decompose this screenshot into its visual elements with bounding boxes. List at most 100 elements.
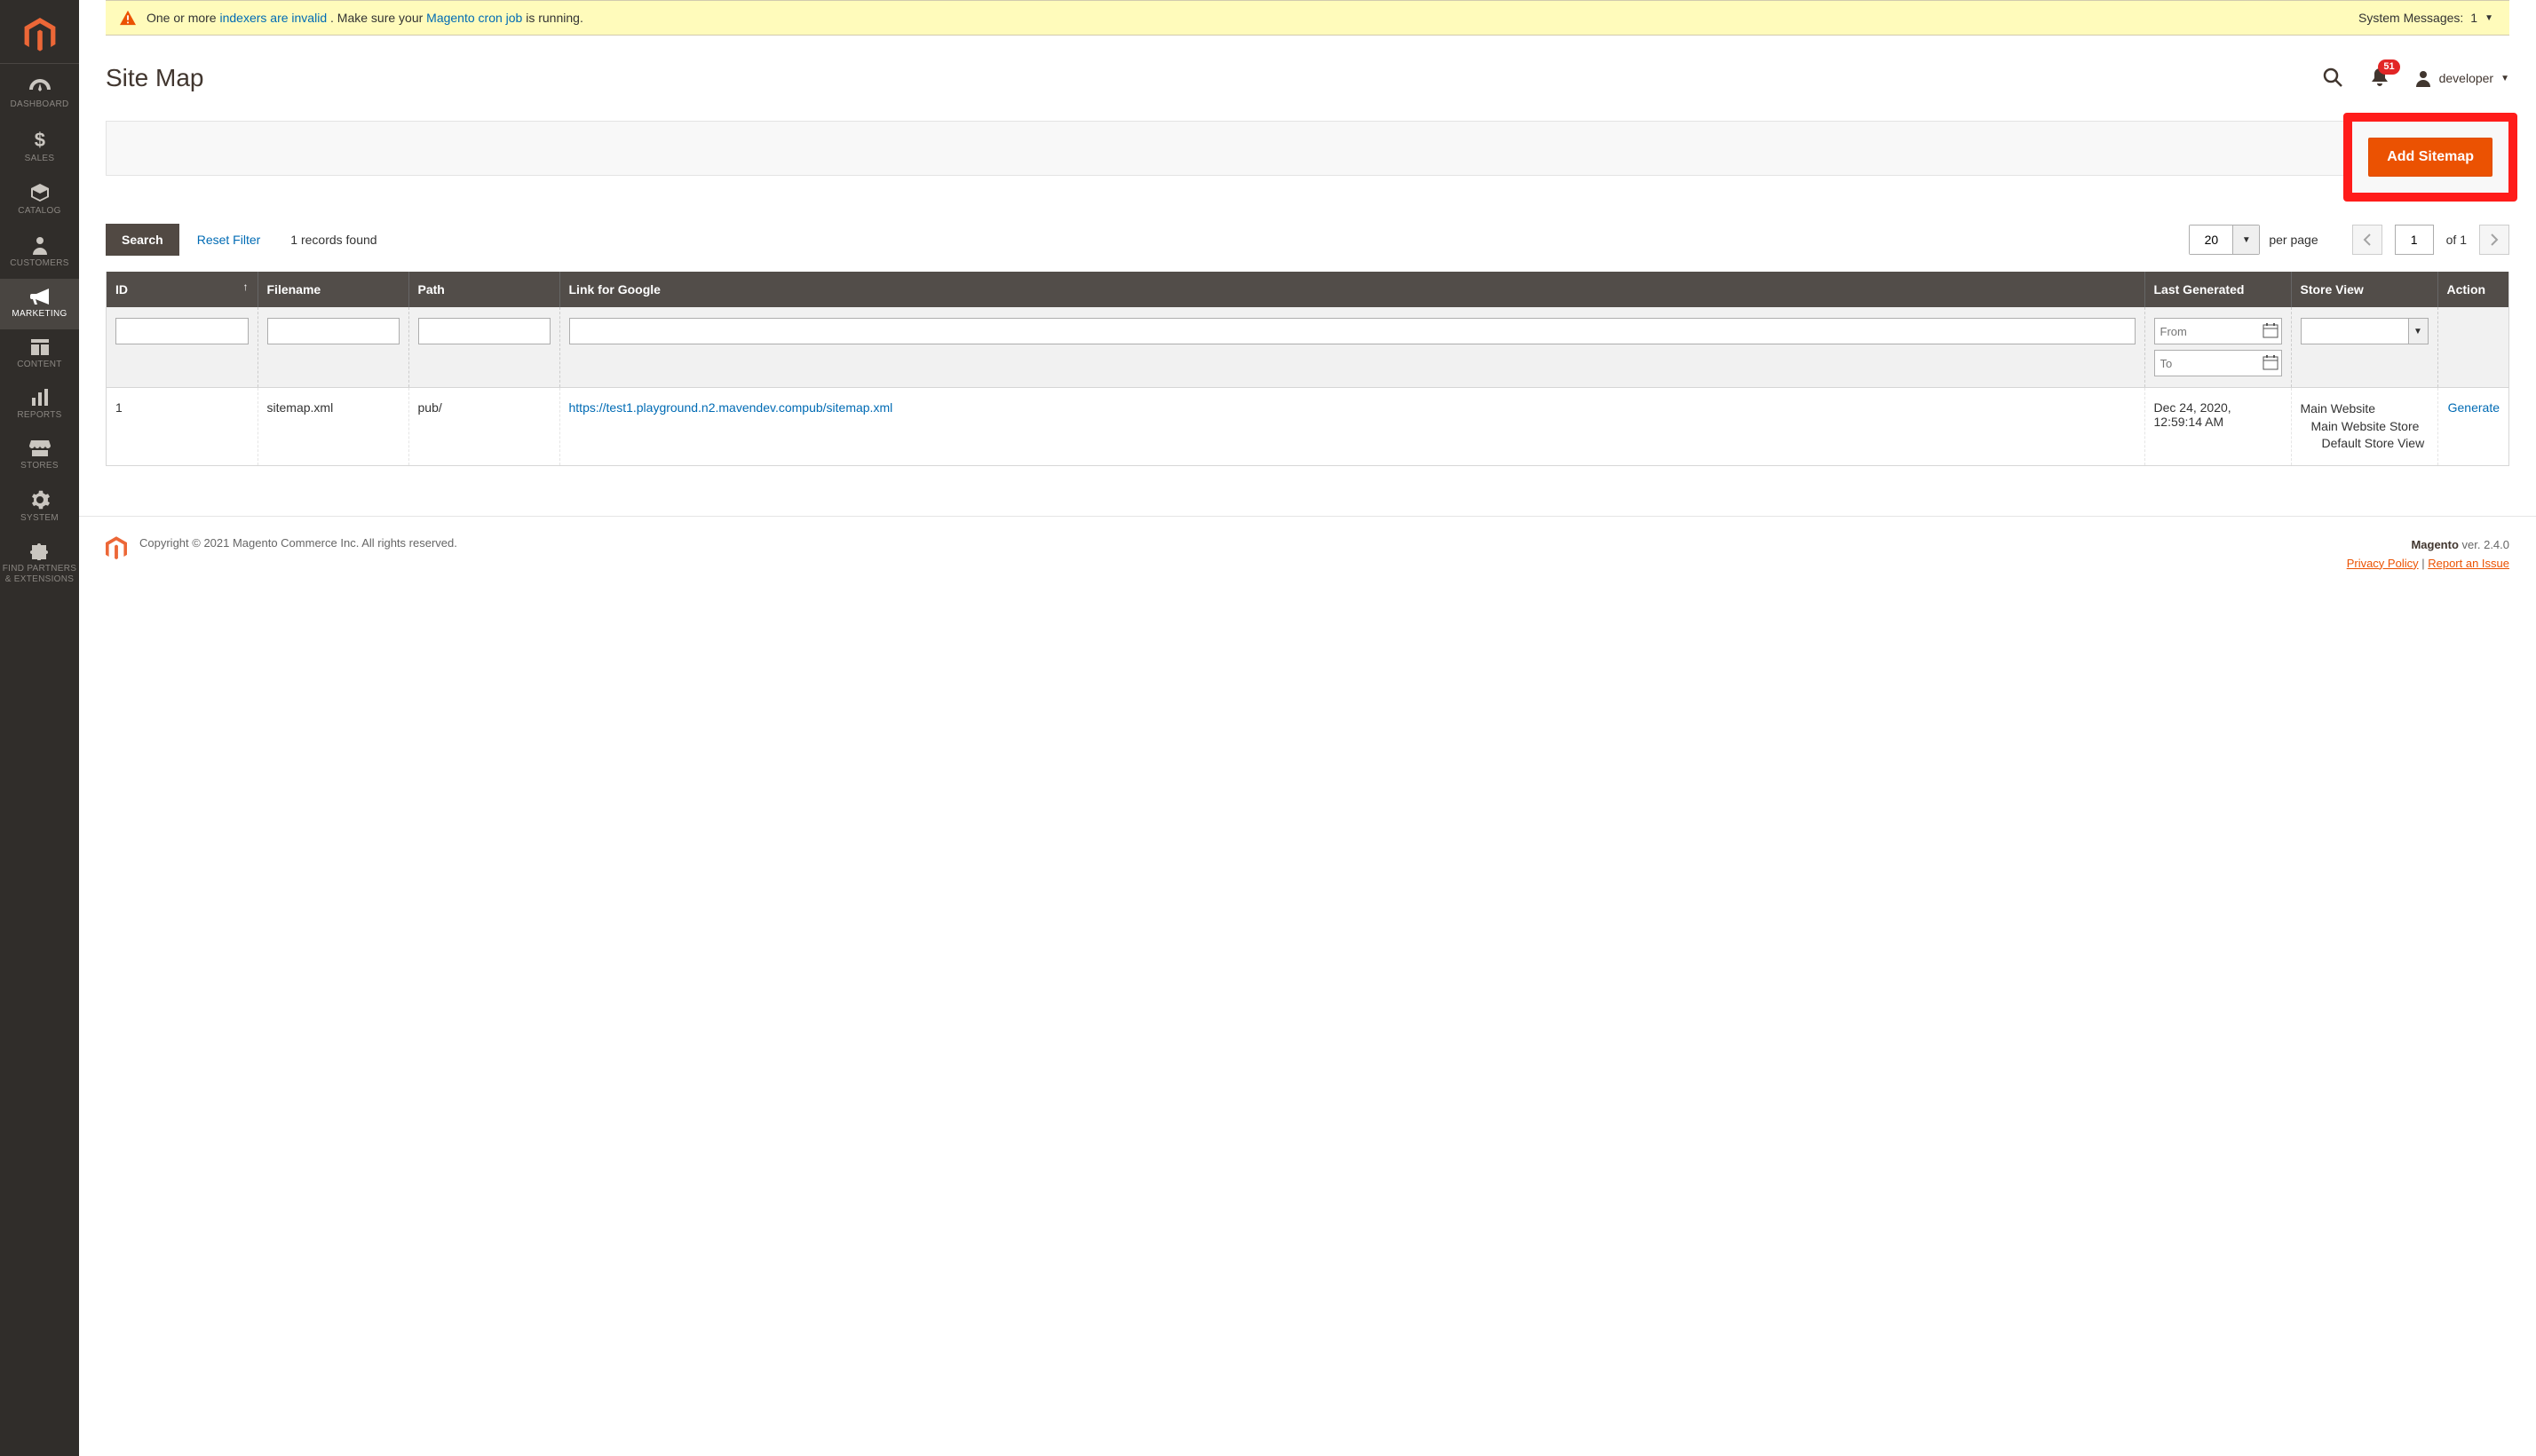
nav-sales[interactable]: $ SALES bbox=[0, 120, 79, 174]
account-menu[interactable]: developer ▼ bbox=[2414, 69, 2509, 87]
copyright-text: Copyright © 2021 Magento Commerce Inc. A… bbox=[139, 536, 457, 550]
grid-filter-row: ▼ bbox=[107, 307, 2508, 388]
nav-dashboard[interactable]: DASHBOARD bbox=[0, 67, 79, 120]
filter-store-select[interactable]: ▼ bbox=[2301, 318, 2429, 344]
puzzle-icon bbox=[29, 542, 51, 560]
sysmsg-counter[interactable]: System Messages: 1 ▼ bbox=[2358, 11, 2493, 25]
filter-link-input[interactable] bbox=[569, 318, 2136, 344]
per-page-label: per page bbox=[2269, 233, 2318, 247]
nav-label: STORES bbox=[2, 461, 77, 471]
chevron-right-icon bbox=[2490, 233, 2499, 246]
magento-logo-icon bbox=[106, 536, 127, 561]
records-found: 1 records found bbox=[290, 233, 376, 247]
nav-reports[interactable]: REPORTS bbox=[0, 380, 79, 431]
search-button[interactable]: Search bbox=[106, 224, 179, 256]
nav-label: REPORTS bbox=[2, 410, 77, 420]
page-actions: Add Sitemap bbox=[106, 121, 2509, 176]
sort-asc-icon: ↑ bbox=[243, 281, 249, 293]
col-header-link[interactable]: Link for Google bbox=[559, 272, 2144, 307]
footer-separator: | bbox=[2419, 557, 2429, 570]
prev-page-button[interactable] bbox=[2352, 225, 2382, 255]
cell-filename: sitemap.xml bbox=[258, 388, 408, 466]
nav-label: CONTENT bbox=[2, 360, 77, 369]
table-row[interactable]: 1 sitemap.xml pub/ https://test1.playgro… bbox=[107, 388, 2508, 466]
col-header-generated[interactable]: Last Generated bbox=[2144, 272, 2291, 307]
page-header: Site Map 51 developer ▼ bbox=[79, 36, 2536, 101]
col-label: Path bbox=[418, 282, 445, 297]
per-page-select[interactable]: ▼ bbox=[2189, 225, 2260, 255]
col-header-store[interactable]: Store View bbox=[2291, 272, 2437, 307]
filter-date-from-input[interactable] bbox=[2154, 318, 2282, 344]
nav-system[interactable]: SYSTEM bbox=[0, 481, 79, 534]
nav-label: SYSTEM bbox=[2, 513, 77, 523]
chevron-down-icon[interactable]: ▼ bbox=[2232, 226, 2259, 254]
nav-label: CUSTOMERS bbox=[2, 258, 77, 268]
sitemap-link[interactable]: https://test1.playground.n2.mavendev.com… bbox=[569, 400, 893, 415]
sysmsg-fragment: One or more bbox=[147, 11, 219, 25]
bars-icon bbox=[30, 389, 50, 407]
nav-customers[interactable]: CUSTOMERS bbox=[0, 226, 79, 279]
version-product: Magento bbox=[2411, 538, 2458, 551]
dollar-icon: $ bbox=[34, 129, 46, 150]
global-search-button[interactable] bbox=[2320, 65, 2345, 92]
version-label: Magento ver. 2.4.0 bbox=[2347, 536, 2509, 555]
gauge-icon bbox=[28, 76, 52, 96]
cell-generated: Dec 24, 2020, 12:59:14 AM bbox=[2144, 388, 2291, 466]
chevron-down-icon: ▼ bbox=[2484, 13, 2493, 23]
reset-filter-button[interactable]: Reset Filter bbox=[192, 224, 266, 256]
filter-id-input[interactable] bbox=[115, 318, 249, 344]
nav-catalog[interactable]: CATALOG bbox=[0, 174, 79, 226]
chevron-left-icon bbox=[2363, 233, 2372, 246]
col-header-filename[interactable]: Filename bbox=[258, 272, 408, 307]
box-icon bbox=[29, 183, 51, 202]
per-page-input[interactable] bbox=[2190, 226, 2232, 254]
store-website: Main Website bbox=[2301, 400, 2429, 418]
storefront-icon bbox=[29, 439, 51, 457]
per-page-control: ▼ per page bbox=[2189, 225, 2318, 255]
col-header-action: Action bbox=[2437, 272, 2508, 307]
nav-label: DASHBOARD bbox=[2, 99, 77, 109]
sitemap-grid: ID↑ Filename Path Link for Google Last G… bbox=[106, 272, 2509, 466]
page-number-input[interactable] bbox=[2395, 225, 2434, 255]
report-issue-link[interactable]: Report an Issue bbox=[2428, 557, 2509, 570]
chevron-down-icon: ▼ bbox=[2408, 319, 2428, 344]
main-area: One or more indexers are invalid . Make … bbox=[79, 0, 2536, 597]
cron-job-link[interactable]: Magento cron job bbox=[426, 11, 522, 25]
header-tools: 51 developer ▼ bbox=[2320, 65, 2509, 92]
search-icon bbox=[2322, 67, 2343, 88]
notifications-button[interactable]: 51 bbox=[2368, 65, 2391, 92]
col-header-id[interactable]: ID↑ bbox=[107, 272, 258, 307]
grid-toolbar: Search Reset Filter 1 records found ▼ pe… bbox=[106, 224, 2509, 256]
svg-text:$: $ bbox=[34, 129, 45, 150]
filter-path-input[interactable] bbox=[418, 318, 551, 344]
page-footer: Copyright © 2021 Magento Commerce Inc. A… bbox=[79, 516, 2536, 598]
magento-logo[interactable] bbox=[0, 7, 79, 64]
cell-store-view: Main Website Main Website Store Default … bbox=[2301, 400, 2429, 453]
sysmsg-fragment: is running. bbox=[526, 11, 583, 25]
add-sitemap-button[interactable]: Add Sitemap bbox=[2368, 138, 2492, 177]
nav-content[interactable]: CONTENT bbox=[0, 329, 79, 380]
indexers-invalid-link[interactable]: indexers are invalid bbox=[219, 11, 327, 25]
nav-marketing[interactable]: MARKETING bbox=[0, 279, 79, 329]
filter-date-to-input[interactable] bbox=[2154, 350, 2282, 376]
megaphone-icon bbox=[29, 288, 51, 305]
nav-stores[interactable]: STORES bbox=[0, 431, 79, 481]
version-number: ver. 2.4.0 bbox=[2459, 538, 2509, 551]
col-label: Last Generated bbox=[2154, 282, 2245, 297]
notification-count-badge: 51 bbox=[2378, 59, 2399, 75]
col-header-path[interactable]: Path bbox=[408, 272, 559, 307]
privacy-policy-link[interactable]: Privacy Policy bbox=[2347, 557, 2419, 570]
nav-label: SALES bbox=[2, 154, 77, 163]
nav-find-partners[interactable]: FIND PARTNERS & EXTENSIONS bbox=[0, 534, 79, 595]
cell-path: pub/ bbox=[408, 388, 559, 466]
generate-link[interactable]: Generate bbox=[2448, 400, 2500, 415]
col-label: Filename bbox=[267, 282, 321, 297]
store-view: Default Store View bbox=[2301, 435, 2429, 453]
user-icon bbox=[2414, 69, 2432, 87]
next-page-button[interactable] bbox=[2479, 225, 2509, 255]
magento-logo-icon bbox=[24, 18, 56, 53]
nav-label: CATALOG bbox=[2, 206, 77, 216]
page-title: Site Map bbox=[106, 64, 204, 92]
filter-filename-input[interactable] bbox=[267, 318, 400, 344]
account-name: developer bbox=[2439, 71, 2494, 85]
